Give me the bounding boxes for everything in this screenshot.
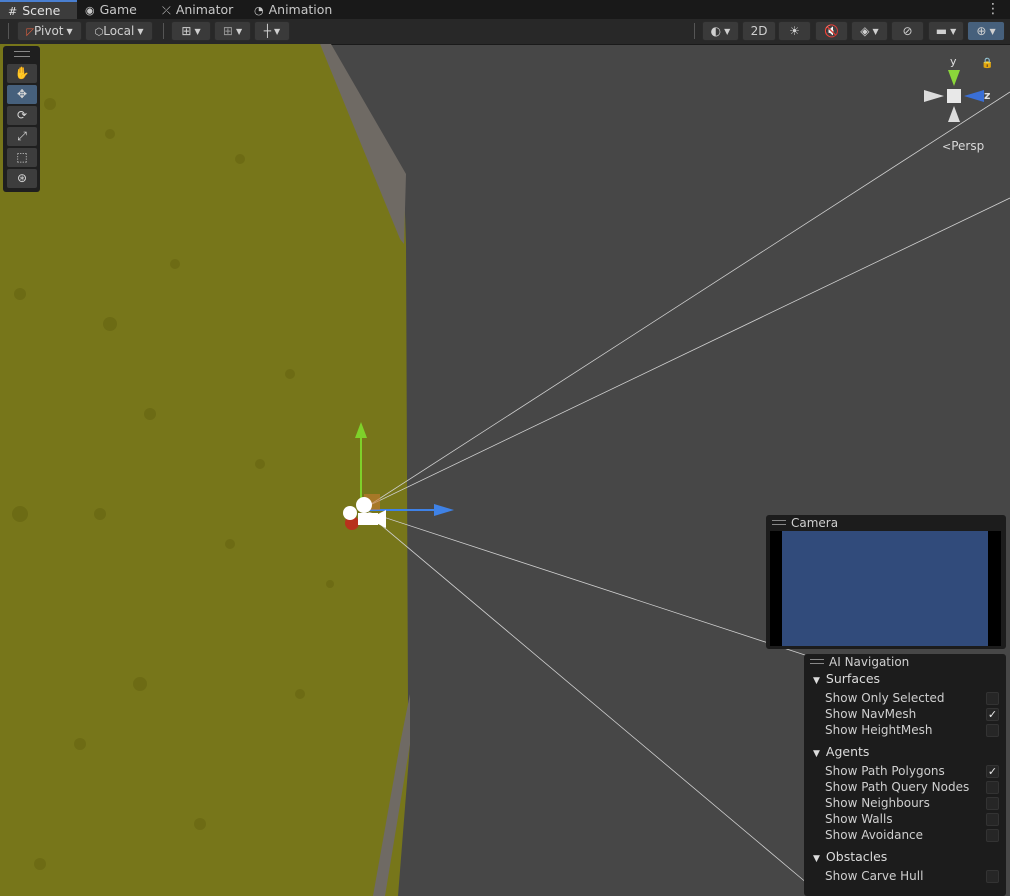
gizmos-button[interactable]: ⊕ ▼ [967, 21, 1005, 41]
chevron-down-icon: ▼ [989, 27, 996, 36]
lighting-icon: ☀ [789, 24, 800, 38]
checkmark-icon: ✓ [987, 765, 998, 778]
chevron-down-icon: ▼ [950, 27, 957, 36]
show-walls-checkbox[interactable] [986, 813, 999, 826]
hand-tool-icon[interactable]: ✋ [7, 64, 37, 83]
camera-overlay: Camera [766, 515, 1006, 649]
transform-tool-icon[interactable]: ⊛ [7, 169, 37, 188]
clock-icon: ◔ [254, 4, 264, 17]
scale-tool-icon[interactable]: ⤢ [7, 127, 37, 146]
pivot-dropdown[interactable]: ◸Pivot ▼ [17, 21, 82, 41]
show-avoidance-label: Show Avoidance [825, 828, 924, 842]
chevron-down-icon: ▼ [872, 27, 879, 36]
chevron-down-icon: ▼ [194, 27, 201, 36]
show-avoidance-checkbox[interactable] [986, 829, 999, 842]
hidden-eye-icon: ⊘ [902, 24, 913, 38]
panel-grip-icon[interactable] [14, 51, 30, 57]
layers-icon: ◈ [860, 24, 870, 38]
tab-scene[interactable]: # Scene [0, 0, 77, 19]
gizmo-globe-icon: ⊕ [976, 24, 987, 38]
local-dropdown[interactable]: ⬡Local ▼ [85, 21, 153, 41]
show-heightmesh-label: Show HeightMesh [825, 723, 933, 737]
show-neighbours-checkbox[interactable] [986, 797, 999, 810]
show-only-selected-label: Show Only Selected [825, 691, 945, 705]
visibility-toggle[interactable]: ⊘ [891, 21, 924, 41]
show-navmesh-checkbox[interactable]: ✓ [986, 708, 999, 721]
tab-game[interactable]: ◉ Game [85, 0, 137, 19]
chevron-left-icon: < [942, 140, 952, 153]
2d-toggle[interactable]: 2D [742, 21, 776, 41]
grid-icon: # [8, 5, 18, 18]
show-neighbours-label: Show Neighbours [825, 796, 930, 810]
camera-settings-button[interactable]: ▬ ▼ [928, 21, 964, 41]
projection-toggle[interactable]: <Persp [942, 139, 984, 153]
show-carve-hull-label: Show Carve Hull [825, 869, 924, 883]
lighting-toggle[interactable]: ☀ [778, 21, 811, 41]
increment-snap-button[interactable]: ⊞ ▼ [214, 21, 251, 41]
surfaces-section-toggle[interactable]: ▼ Surfaces [813, 671, 880, 686]
move-tool-icon[interactable]: ✥ [7, 85, 37, 104]
lock-icon[interactable]: 🔒 [981, 58, 993, 69]
show-path-query-nodes-checkbox[interactable] [986, 781, 999, 794]
ai-navigation-title[interactable]: AI Navigation [804, 654, 1006, 670]
rotate-tool-icon[interactable]: ⟳ [7, 106, 37, 125]
more-menu-icon[interactable]: ⋮ [986, 1, 1000, 17]
scene-toolbar: ◸Pivot ▼ ⬡Local ▼ ⊞ ▼ ⊞ ▼ ┼ ▼ ◐ ▼ 2D ☀ 🔇 ◈ ▼ ⊘ … [0, 19, 1010, 45]
increment-snap-icon: ⊞ [222, 24, 233, 38]
sphere-icon: ◐ [710, 24, 722, 38]
ai-navigation-overlay: AI Navigation ▼ Surfaces Show Only Select… [804, 654, 1006, 896]
toolbar-divider [8, 23, 9, 39]
camera-preview [782, 531, 988, 646]
checkmark-icon: ✓ [987, 708, 998, 721]
z-axis-label: z [984, 89, 991, 102]
camera-icon: ▬ [935, 24, 948, 38]
gamepad-icon: ◉ [85, 4, 95, 17]
agents-section-toggle[interactable]: ▼ Agents [813, 744, 869, 759]
obstacles-section-toggle[interactable]: ▼ Obstacles [813, 849, 887, 864]
show-only-selected-checkbox[interactable] [986, 692, 999, 705]
ruler-button[interactable]: ┼ ▼ [254, 21, 290, 41]
show-heightmesh-checkbox[interactable] [986, 724, 999, 737]
chevron-down-icon: ▼ [137, 27, 144, 36]
pivot-icon: ◸ [26, 27, 35, 38]
grid-snap-icon: ⊞ [181, 24, 192, 38]
camera-overlay-title[interactable]: Camera [766, 515, 1006, 531]
tab-animation[interactable]: ◔ Animation [254, 0, 332, 19]
audio-mute-icon: 🔇 [824, 24, 839, 38]
grid-snap-button[interactable]: ⊞ ▼ [171, 21, 211, 41]
grass-ground [0, 44, 410, 896]
toolbar-divider [163, 23, 164, 39]
show-carve-hull-checkbox[interactable] [986, 870, 999, 883]
effects-button[interactable]: ◈ ▼ [851, 21, 888, 41]
scene-tools-panel: ✋ ✥ ⟳ ⤢ ⬚ ⊛ [3, 46, 40, 192]
window-tab-bar: # Scene ◉ Game ⤫ Animator ◔ Animation ⋮ [0, 0, 1010, 19]
chevron-down-icon: ▼ [724, 27, 731, 36]
show-path-polygons-checkbox[interactable]: ✓ [986, 765, 999, 778]
shading-mode-button[interactable]: ◐ ▼ [702, 21, 739, 41]
show-path-polygons-label: Show Path Polygons [825, 764, 945, 778]
show-walls-label: Show Walls [825, 812, 893, 826]
triangle-down-icon: ▼ [813, 676, 820, 686]
chevron-down-icon: ▼ [235, 27, 243, 36]
show-navmesh-label: Show NavMesh [825, 707, 917, 721]
chevron-down-icon: ▼ [274, 27, 281, 36]
toolbar-divider [694, 23, 695, 39]
triangle-down-icon: ▼ [813, 749, 820, 759]
rect-tool-icon[interactable]: ⬚ [7, 148, 37, 167]
y-axis-label: y [950, 55, 957, 68]
show-path-query-nodes-label: Show Path Query Nodes [825, 780, 970, 794]
audio-toggle[interactable]: 🔇 [815, 21, 848, 41]
chevron-down-icon: ▼ [66, 27, 73, 36]
triangle-down-icon: ▼ [813, 854, 820, 864]
cube-icon: ⬡ [94, 27, 104, 38]
scene-viewport[interactable]: y z 🔒 <Persp ✋ ✥ ⟳ ⤢ ⬚ ⊛ Camera AI Navig… [0, 44, 1010, 896]
animator-icon: ⤫ [162, 4, 171, 17]
tab-animator[interactable]: ⤫ Animator [162, 0, 233, 19]
ruler-icon: ┼ [263, 24, 272, 38]
